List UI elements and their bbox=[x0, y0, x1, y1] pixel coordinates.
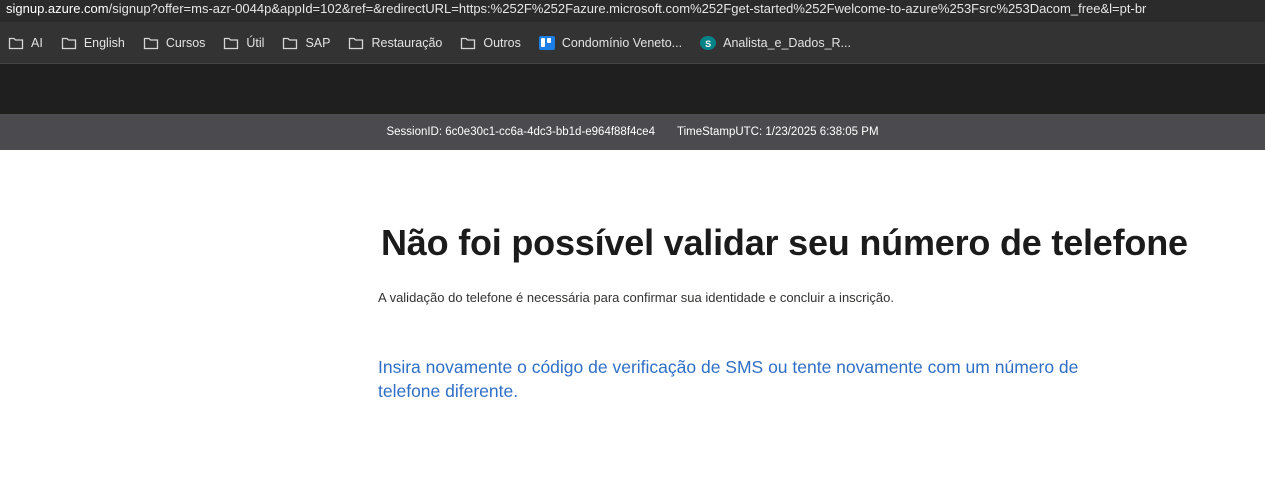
bookmark-label: AI bbox=[31, 35, 43, 50]
description-text: A validação do telefone é necessária par… bbox=[378, 290, 894, 305]
bookmark-label: Analista_e_Dados_R... bbox=[723, 35, 851, 50]
bookmark-sap[interactable]: SAP bbox=[282, 36, 330, 50]
page-title: Não foi possível validar seu número de t… bbox=[381, 222, 1188, 263]
folder-icon bbox=[348, 36, 364, 50]
session-id: SessionID: 6c0e30c1-cc6a-4dc3-bb1d-e964f… bbox=[386, 126, 655, 138]
bookmark-label: Útil bbox=[246, 35, 265, 50]
bookmark-label: Cursos bbox=[165, 35, 206, 50]
bookmark-cursos[interactable]: Cursos bbox=[143, 35, 206, 50]
bookmark-label: Condomínio Veneto... bbox=[561, 35, 683, 50]
bookmark-label: SAP bbox=[305, 35, 331, 50]
folder-icon bbox=[282, 36, 298, 50]
url-path: /signup?offer=ms-azr-0044p&appId=102&ref… bbox=[108, 1, 1147, 16]
url-domain: signup.azure.com bbox=[6, 1, 109, 16]
session-info-bar: SessionID: 6c0e30c1-cc6a-4dc3-bb1d-e964f… bbox=[0, 114, 1265, 150]
bookmark-util[interactable]: Útil bbox=[223, 36, 264, 50]
bookmark-restauracao[interactable]: Restauração bbox=[348, 36, 442, 50]
bookmark-ai[interactable]: AI bbox=[8, 36, 43, 50]
timestamp-utc: TimeStampUTC: 1/23/2025 6:38:05 PM bbox=[676, 126, 879, 138]
bookmark-label: Outros bbox=[483, 35, 521, 50]
bookmark-label: English bbox=[83, 35, 125, 50]
folder-icon bbox=[223, 36, 239, 50]
page-header-band bbox=[0, 64, 1265, 114]
bookmarks-bar: AI English Cursos Útil SAP Restauração O… bbox=[0, 22, 1265, 64]
folder-icon bbox=[143, 36, 159, 50]
bookmark-label: Restauração bbox=[371, 35, 443, 50]
sharepoint-icon: S bbox=[700, 35, 717, 50]
bookmark-analista-dados[interactable]: S Analista_e_Dados_R... bbox=[700, 35, 851, 50]
bookmark-condominio-veneto[interactable]: Condomínio Veneto... bbox=[538, 35, 683, 50]
folder-icon bbox=[61, 36, 77, 50]
folder-icon bbox=[460, 36, 476, 50]
bookmark-english[interactable]: English bbox=[61, 36, 125, 50]
address-bar[interactable]: signup.azure.com/signup?offer=ms-azr-004… bbox=[0, 0, 1265, 22]
bookmark-outros[interactable]: Outros bbox=[460, 36, 521, 50]
retry-verification-link[interactable]: Insira novamente o código de verificação… bbox=[378, 355, 1118, 403]
folder-icon bbox=[8, 36, 24, 50]
trello-icon bbox=[538, 35, 555, 50]
